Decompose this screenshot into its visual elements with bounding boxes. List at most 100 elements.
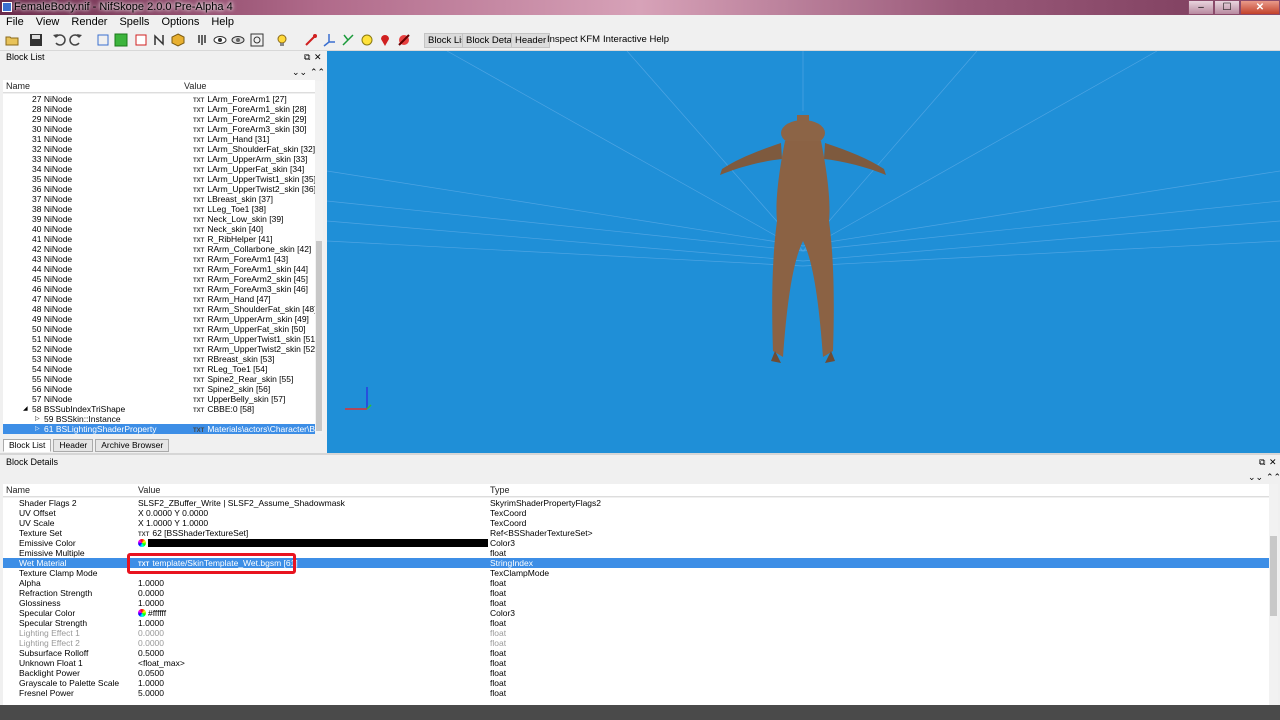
menu-help[interactable]: Help [205, 15, 240, 29]
detail-row[interactable]: Emissive Color Color3 [3, 538, 1269, 548]
tree-row[interactable]: 50 NiNode TXT RArm_UpperFat_skin [50] [3, 324, 315, 334]
undo-icon[interactable] [52, 33, 66, 47]
detail-row[interactable]: Unknown Float 1 <float_max> float [3, 658, 1269, 668]
tree-row[interactable]: 37 NiNode TXT LBreast_skin [37] [3, 194, 315, 204]
tree-row[interactable]: 51 NiNode TXT RArm_UpperTwist1_skin [51] [3, 334, 315, 344]
color-picker-icon[interactable] [138, 609, 146, 617]
normals-icon[interactable] [152, 33, 166, 47]
close-button[interactable]: ✕ [1240, 0, 1280, 15]
tree-row[interactable]: 35 NiNode TXT LArm_UpperTwist1_skin [35] [3, 174, 315, 184]
tree-row[interactable]: 33 NiNode TXT LArm_UpperArm_skin [33] [3, 154, 315, 164]
detail-row[interactable]: Fresnel Power 5.0000 float [3, 688, 1269, 698]
textures-icon[interactable] [114, 33, 128, 47]
menu-view[interactable]: View [30, 15, 66, 29]
save-icon[interactable] [29, 33, 43, 47]
collapse-details-icon[interactable]: ⌄⌄ [1248, 473, 1263, 482]
detail-value[interactable]: 1.0000 [138, 678, 164, 688]
tree-row[interactable]: 38 NiNode TXT LLeg_Toe1 [38] [3, 204, 315, 214]
detail-row[interactable]: Lighting Effect 1 0.0000 float [3, 628, 1269, 638]
expand-arrow-icon[interactable]: ▷ [35, 424, 40, 434]
tree-row[interactable]: 48 NiNode TXT RArm_ShoulderFat_skin [48] [3, 304, 315, 314]
redo-icon[interactable] [69, 33, 83, 47]
close-panel-icon[interactable]: ✕ [314, 53, 322, 62]
toolbar-interactive-help[interactable]: Interactive Help [600, 33, 672, 48]
close-details-icon[interactable]: ✕ [1269, 458, 1277, 467]
detail-value[interactable]: X 1.0000 Y 1.0000 [138, 518, 208, 528]
expand-all-icon[interactable]: ⌃⌃ [310, 68, 325, 77]
tree-row[interactable]: 29 NiNode TXT LArm_ForeArm2_skin [29] [3, 114, 315, 124]
tab-archive-browser[interactable]: Archive Browser [95, 439, 170, 452]
tree-row[interactable]: 32 NiNode TXT LArm_ShoulderFat_skin [32] [3, 144, 315, 154]
axes-icon[interactable] [322, 33, 336, 47]
nodes-icon[interactable] [360, 33, 374, 47]
tree-row[interactable]: 40 NiNode TXT Neck_skin [40] [3, 224, 315, 234]
detail-value[interactable]: 0.5000 [138, 648, 164, 658]
select-icon[interactable] [250, 33, 264, 47]
expand-arrow-icon[interactable]: ▷ [35, 414, 40, 424]
tree-row[interactable]: 36 NiNode TXT LArm_UpperTwist2_skin [36] [3, 184, 315, 194]
detail-value[interactable]: X 0.0000 Y 0.0000 [138, 508, 208, 518]
tab-header[interactable]: Header [53, 439, 94, 452]
float-details-icon[interactable]: ⧉ [1259, 458, 1265, 467]
detail-row[interactable]: Alpha 1.0000 float [3, 578, 1269, 588]
tree-row[interactable]: 56 NiNode TXT Spine2_skin [56] [3, 384, 315, 394]
detail-value[interactable]: <float_max> [138, 658, 185, 668]
detail-row[interactable]: Grayscale to Palette Scale 1.0000 float [3, 678, 1269, 688]
detail-row[interactable]: Glossiness 1.0000 float [3, 598, 1269, 608]
tree-row[interactable]: 42 NiNode TXT RArm_Collarbone_skin [42] [3, 244, 315, 254]
tree-row[interactable]: 61 BSLightingShaderProperty ▷ TXT Materials… [3, 424, 315, 434]
expand-details-icon[interactable]: ⌃⌃ [1266, 473, 1280, 482]
tree-row[interactable]: 39 NiNode TXT Neck_Low_skin [39] [3, 214, 315, 224]
detail-value[interactable]: 1.0000 [138, 618, 164, 628]
collision-icon[interactable] [397, 33, 411, 47]
detail-row[interactable]: Backlight Power 0.0500 float [3, 668, 1269, 678]
tree-row[interactable]: 53 NiNode TXT RBreast_skin [53] [3, 354, 315, 364]
details-column-type[interactable]: Type [490, 485, 510, 495]
tree-row[interactable]: 44 NiNode TXT RArm_ForeArm1_skin [44] [3, 264, 315, 274]
tree-row[interactable]: 55 NiNode TXT Spine2_Rear_skin [55] [3, 374, 315, 384]
detail-row[interactable]: UV Scale X 1.0000 Y 1.0000 TexCoord [3, 518, 1269, 528]
render-viewport[interactable] [327, 51, 1280, 453]
column-value[interactable]: Value [184, 81, 206, 91]
detail-row[interactable]: Refraction Strength 0.0000 float [3, 588, 1269, 598]
tree-row[interactable]: 45 NiNode TXT RArm_ForeArm2_skin [45] [3, 274, 315, 284]
color-picker-icon[interactable] [138, 539, 146, 547]
details-column-value[interactable]: Value [138, 485, 160, 495]
detail-value[interactable] [138, 538, 488, 548]
details-scrollbar[interactable] [1269, 484, 1278, 705]
detail-value[interactable]: SLSF2_ZBuffer_Write | SLSF2_Assume_Shado… [138, 498, 345, 508]
detail-value[interactable]: 0.0500 [138, 668, 164, 678]
menu-spells[interactable]: Spells [113, 15, 155, 29]
detail-row[interactable]: Specular Strength 1.0000 float [3, 618, 1269, 628]
tree-row[interactable]: 30 NiNode TXT LArm_ForeArm3_skin [30] [3, 124, 315, 134]
scrollbar-thumb[interactable] [316, 241, 322, 431]
collapse-all-icon[interactable]: ⌄⌄ [292, 68, 307, 77]
maximize-button[interactable]: ☐ [1214, 0, 1240, 15]
tree-row[interactable]: 54 NiNode TXT RLeg_Toe1 [54] [3, 364, 315, 374]
details-scrollbar-thumb[interactable] [1270, 536, 1277, 616]
detail-value[interactable]: 0.0000 [138, 628, 164, 638]
menu-options[interactable]: Options [155, 15, 205, 29]
detail-row[interactable]: Lighting Effect 2 0.0000 float [3, 638, 1269, 648]
lighting-icon[interactable] [275, 33, 289, 47]
tree-row[interactable]: 28 NiNode TXT LArm_ForeArm1_skin [28] [3, 104, 315, 114]
tree-row[interactable]: 27 NiNode TXT LArm_ForeArm1 [27] [3, 94, 315, 104]
detail-value[interactable]: 5.0000 [138, 688, 164, 698]
eye-icon[interactable] [213, 33, 227, 47]
wireframe-icon[interactable] [96, 33, 110, 47]
detail-row[interactable]: Shader Flags 2 SLSF2_ZBuffer_Write | SLSF… [3, 498, 1269, 508]
detail-row[interactable]: Specular Color #ffffff Color3 [3, 608, 1269, 618]
bones-icon[interactable] [341, 33, 355, 47]
tree-row[interactable]: 59 BSSkin::Instance ▷ [3, 414, 315, 424]
tab-block-list[interactable]: Block List [3, 439, 52, 452]
toolbar-inspect[interactable]: Inspect [544, 33, 581, 48]
tree-row[interactable]: 49 NiNode TXT RArm_UpperArm_skin [49] [3, 314, 315, 324]
hidden-eye-icon[interactable] [231, 33, 245, 47]
tree-row[interactable]: 57 NiNode TXT UpperBelly_skin [57] [3, 394, 315, 404]
transform-icon[interactable] [304, 33, 318, 47]
detail-row[interactable]: UV Offset X 0.0000 Y 0.0000 TexCoord [3, 508, 1269, 518]
float-panel-icon[interactable]: ⧉ [304, 53, 310, 62]
tree-row[interactable]: 34 NiNode TXT LArm_UpperFat_skin [34] [3, 164, 315, 174]
detail-value[interactable]: 0.0000 [138, 638, 164, 648]
vertex-colors-icon[interactable] [134, 33, 148, 47]
